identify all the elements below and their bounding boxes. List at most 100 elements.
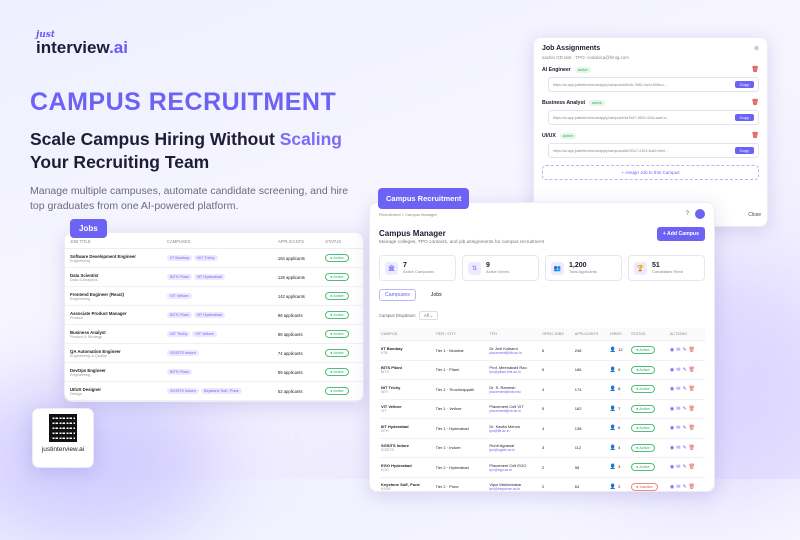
table-row[interactable]: VIT Vellore VIT Tier 1 · Vellore Placement … [379,399,705,419]
stat-value: 9 [486,262,490,269]
tpo-email[interactable]: tpo@ego.ac.in [489,468,538,472]
mail-icon[interactable]: ✉ [676,425,680,431]
status-badge[interactable]: ● Active [325,349,349,357]
status-badge[interactable]: ● Active [631,385,655,394]
view-icon[interactable]: ◉ [670,367,674,373]
jobs-tab[interactable]: Jobs [70,219,107,238]
table-row[interactable]: Keystone SoE, Pune KSOE Tier 2 · Pune Vipul… [379,477,705,491]
status-badge[interactable]: ● Active [631,463,655,472]
status-badge[interactable]: ● Active [631,346,655,355]
apply-link-field[interactable]: https://ai-app.justinterview.ai/apply/ca… [548,110,759,125]
status-badge[interactable]: ● Active [325,273,349,281]
trash-icon[interactable]: 🗑 [751,99,759,106]
breadcrumb-root[interactable]: Recruitment [379,212,401,217]
mail-icon[interactable]: ✉ [676,386,680,392]
close-button[interactable]: Close [748,212,761,218]
trash-icon[interactable]: 🗑 [689,464,695,470]
help-icon[interactable]: ? [686,211,689,217]
hired-count: 2 [618,483,621,489]
table-row[interactable]: Data Scientist Data & Analytics BITS Pilan… [65,267,363,287]
edit-icon[interactable]: ✎ [682,484,686,490]
edit-icon[interactable]: ✎ [682,386,686,392]
hired-count: 6 [618,425,621,431]
apply-link-field[interactable]: https://ai-app.justinterview.ai/apply/ca… [548,143,759,158]
tab-jobs[interactable]: Jobs [426,290,447,300]
trash-icon[interactable]: 🗑 [751,66,759,73]
campus-dropdown[interactable]: All ⌄ [419,311,439,320]
tpo-email[interactable]: tpo@keystone.ac.in [489,487,538,491]
trash-icon[interactable]: 🗑 [751,132,759,139]
status-badge[interactable]: ● Active [325,368,349,376]
campus-recruitment-tab[interactable]: Campus Recruitment [378,188,470,209]
trash-icon[interactable]: 🗑 [689,406,695,412]
mail-icon[interactable]: ✉ [676,464,680,470]
table-row[interactable]: NIT Trichy NITT Tier 1 · Tiruchirappalli Dr… [379,379,705,400]
view-icon[interactable]: ◉ [670,445,674,451]
status-badge[interactable]: ● Active [631,424,655,433]
tpo-email[interactable]: placement@vit.ac.in [489,409,538,413]
edit-icon[interactable]: ✎ [682,367,686,373]
mail-icon[interactable]: ✉ [676,406,680,412]
copy-button[interactable]: Copy [734,147,754,154]
status-badge[interactable]: ● Active [325,254,349,262]
table-row[interactable]: DevOps Engineer Engineering BITS Pilani 89 … [65,362,363,382]
table-row[interactable]: IIT Bombay IITB Tier 1 · Mumbai Dr. Anil Ku… [379,340,705,361]
mail-icon[interactable]: ✉ [676,367,680,373]
copy-button[interactable]: Copy [734,81,754,88]
table-row[interactable]: SGSITS Indore SGSITS Tier 1 · Indore Rohit … [379,438,705,458]
status-badge[interactable]: ● Active [631,365,655,374]
avatar[interactable] [695,209,705,219]
edit-icon[interactable]: ✎ [682,347,686,353]
table-row[interactable]: QA Automation Engineer Engineering & Qual… [65,343,363,363]
edit-icon[interactable]: ✎ [682,464,686,470]
status-badge[interactable]: ● Active [325,311,349,319]
mail-icon[interactable]: ✉ [676,484,680,490]
view-icon[interactable]: ◉ [670,347,674,353]
table-row[interactable]: EGO Hyderabad EGO Tier 2 · Hyderabad Placem… [379,457,705,478]
edit-icon[interactable]: ✎ [682,445,686,451]
table-row[interactable]: UI/UX Designer Design SGSITS Indore Keyston… [65,381,363,401]
view-icon[interactable]: ◉ [670,406,674,412]
table-row[interactable]: Frontend Engineer (React) Engineering VIT … [65,286,363,306]
add-campus-button[interactable]: + Add Campus [656,227,705,241]
close-icon[interactable]: ⊗ [754,45,759,55]
view-icon[interactable]: ◉ [670,464,674,470]
edit-icon[interactable]: ✎ [682,406,686,412]
tpo-email[interactable]: placement@iitb.ac.in [489,351,538,355]
tab-campuses[interactable]: Campuses [379,289,416,301]
assign-job-button[interactable]: + Assign Job to this Campus [542,165,759,180]
trash-icon[interactable]: 🗑 [689,386,695,392]
tpo-email[interactable]: tpo@iiit.ac.in [489,429,538,433]
status-text: Active [639,367,650,372]
tpo-email[interactable]: tpo@sgsits.ac.in [489,448,538,452]
status-badge[interactable]: ● Inactive [631,482,658,491]
view-icon[interactable]: ◉ [670,386,674,392]
trash-icon[interactable]: 🗑 [689,347,695,353]
tpo-email[interactable]: placement@nitt.edu [489,390,538,394]
job-dept: Product & Strategy [70,334,102,339]
table-row[interactable]: Software Development Engineer Engineering… [65,248,363,268]
view-icon[interactable]: ◉ [670,484,674,490]
view-icon[interactable]: ◉ [670,425,674,431]
mail-icon[interactable]: ✉ [676,347,680,353]
status-badge[interactable]: ● Active [631,404,655,413]
table-row[interactable]: Business Analyst Product & Strategy NIT Tr… [65,324,363,344]
campus-cell: NIT Trichy NITT [379,379,434,400]
status-badge[interactable]: ● Active [325,330,349,338]
status-badge[interactable]: ● Active [325,387,349,395]
tpo-email[interactable]: tpo@pilani.bits.ac.in [489,370,538,374]
mail-icon[interactable]: ✉ [676,445,680,451]
trash-icon[interactable]: 🗑 [689,484,695,490]
trash-icon[interactable]: 🗑 [689,367,695,373]
apply-link-field[interactable]: https://ai-app.justinterview.ai/apply/ca… [548,77,759,92]
status-badge[interactable]: ● Active [325,292,349,300]
edit-icon[interactable]: ✎ [682,425,686,431]
status-badge[interactable]: ● Active [631,443,655,452]
trash-icon[interactable]: 🗑 [689,445,695,451]
table-row[interactable]: BITS Pilani BITS Tier 1 · Pilani Prof. Meen… [379,360,705,380]
qr-code[interactable] [49,414,77,442]
table-row[interactable]: IIIT Hyderabad IIITH Tier 1 · Hyderabad Dr.… [379,418,705,439]
copy-button[interactable]: Copy [734,114,754,121]
trash-icon[interactable]: 🗑 [689,425,695,431]
table-row[interactable]: Associate Product Manager Product BITS Pil… [65,305,363,325]
